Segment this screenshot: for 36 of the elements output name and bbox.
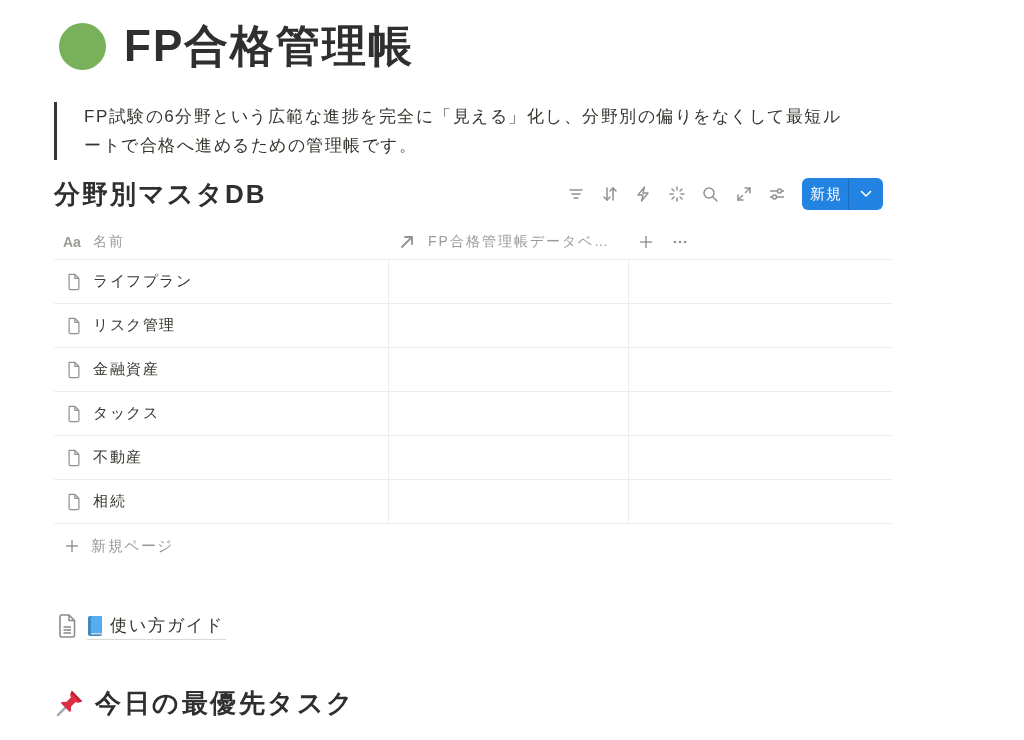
filter-icon (568, 186, 584, 202)
plus-icon (640, 236, 652, 248)
page-icon (58, 614, 76, 638)
file-icon (66, 316, 82, 335)
row-title[interactable]: 金融資産 (93, 360, 159, 379)
row-title[interactable]: タックス (93, 404, 159, 423)
dropdown-button[interactable] (848, 178, 883, 210)
plus-icon (66, 540, 78, 552)
row-title[interactable]: 不動産 (93, 448, 143, 467)
database-title: 分野別マスタDB (54, 178, 267, 210)
lightning-icon (635, 186, 651, 202)
arrow-icon (400, 235, 414, 249)
file-icon (66, 404, 82, 423)
section-heading: 今日の最優先タスク (95, 687, 356, 720)
page-title: FP合格管理帳 (124, 22, 415, 70)
file-icon (66, 360, 82, 379)
page-link[interactable]: 使い方ガイド (87, 612, 226, 640)
sort-icon (601, 186, 618, 202)
row-title[interactable]: 相続 (93, 492, 126, 511)
property-type-icon: Aa (63, 234, 81, 250)
row-title[interactable]: リスク管理 (93, 316, 176, 335)
quote-text: FP試験の6分野という広範な進捗を完全に「見える」化し、分野別の偏りをなくして最短ルートで合格へ進めるための管理帳です。 (84, 106, 843, 157)
more-icon (673, 240, 687, 244)
file-icon (66, 272, 82, 291)
sliders-icon (769, 186, 785, 202)
pushpin-icon (56, 689, 84, 717)
sparkle-icon (668, 186, 685, 202)
expand-icon (735, 186, 752, 202)
search-icon (702, 186, 718, 202)
file-icon (66, 492, 82, 511)
file-icon (66, 448, 82, 467)
book-icon (88, 615, 102, 636)
circle-icon[interactable] (59, 22, 106, 70)
row-title[interactable]: ライフプラン (93, 272, 192, 291)
caret-icon (860, 190, 872, 198)
new-button[interactable]: 新規 (802, 178, 848, 210)
